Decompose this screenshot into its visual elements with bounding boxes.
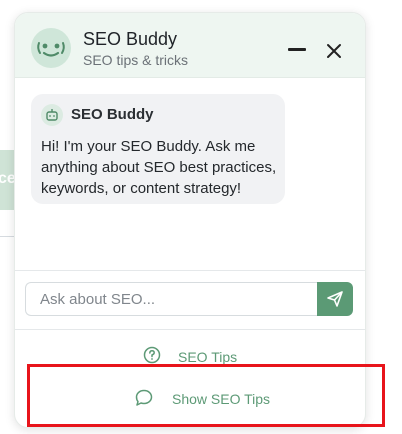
chat-header: SEO Buddy SEO tips & tricks — [15, 13, 365, 78]
question-circle-icon — [143, 346, 161, 364]
seo-tips-label: SEO Tips — [178, 349, 238, 365]
seo-tips-header: SEO Tips — [15, 330, 365, 370]
chat-input[interactable] — [25, 282, 317, 316]
show-seo-tips-button[interactable]: Show SEO Tips — [30, 367, 350, 425]
send-button[interactable] — [317, 282, 353, 316]
bot-face-icon — [31, 28, 71, 68]
minimize-icon — [288, 48, 306, 51]
message-list: SEO Buddy Hi! I'm your SEO Buddy. Ask me… — [15, 78, 365, 270]
message-text: Hi! I'm your SEO Buddy. Ask me anything … — [41, 138, 277, 197]
close-icon — [327, 44, 341, 58]
chat-subtitle: SEO tips & tricks — [83, 52, 189, 68]
chat-bubble-icon — [135, 389, 153, 406]
bot-message: SEO Buddy Hi! I'm your SEO Buddy. Ask me… — [31, 94, 285, 204]
show-seo-tips-label: Show SEO Tips — [172, 391, 271, 407]
minimize-button[interactable] — [285, 41, 309, 57]
robot-icon — [41, 104, 63, 126]
composer — [15, 271, 365, 329]
chat-widget: SEO Buddy SEO tips & tricks SEO Buddy Hi… — [14, 12, 366, 428]
send-icon — [327, 291, 343, 307]
close-button[interactable] — [323, 40, 345, 62]
message-sender: SEO Buddy — [71, 106, 154, 123]
chat-title: SEO Buddy — [83, 29, 178, 49]
